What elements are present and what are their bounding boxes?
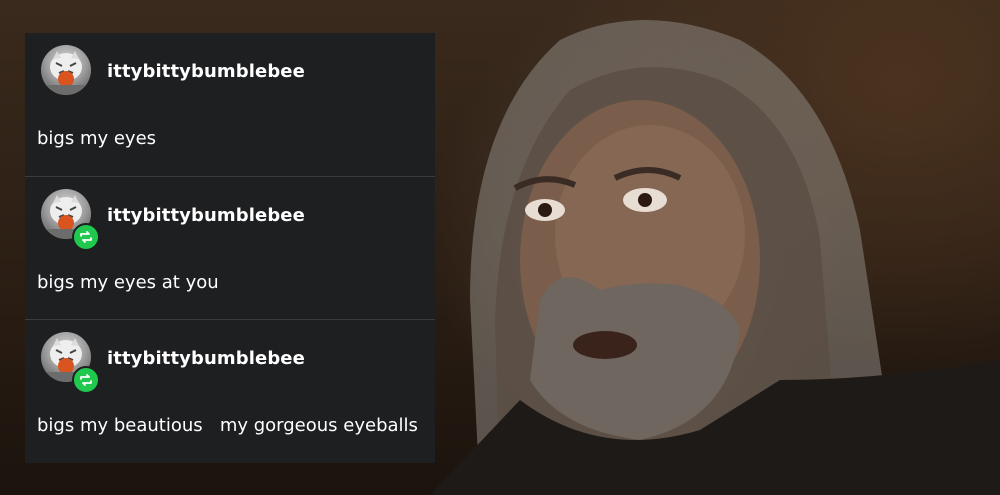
post-username[interactable]: ittybittybumblebee [107,61,305,82]
reblog-icon [72,223,100,251]
post-username[interactable]: ittybittybumblebee [107,205,305,226]
white-tiger-avatar-icon[interactable] [41,45,91,95]
post-3: ittybittybumblebee bigs my beautious my … [25,319,435,462]
post-text: bigs my beautious my gorgeous eyeballs [37,415,418,436]
post-text: bigs my eyes [37,128,157,149]
post-1: ittybittybumblebee bigs my eyes [25,33,435,176]
post-username[interactable]: ittybittybumblebee [107,348,305,369]
reblog-icon [72,366,100,394]
post-2: ittybittybumblebee bigs my eyes at you [25,176,435,319]
post-text: bigs my eyes at you [37,272,219,293]
post-thread-panel: ittybittybumblebee bigs my eyes ittybitt… [25,33,435,463]
